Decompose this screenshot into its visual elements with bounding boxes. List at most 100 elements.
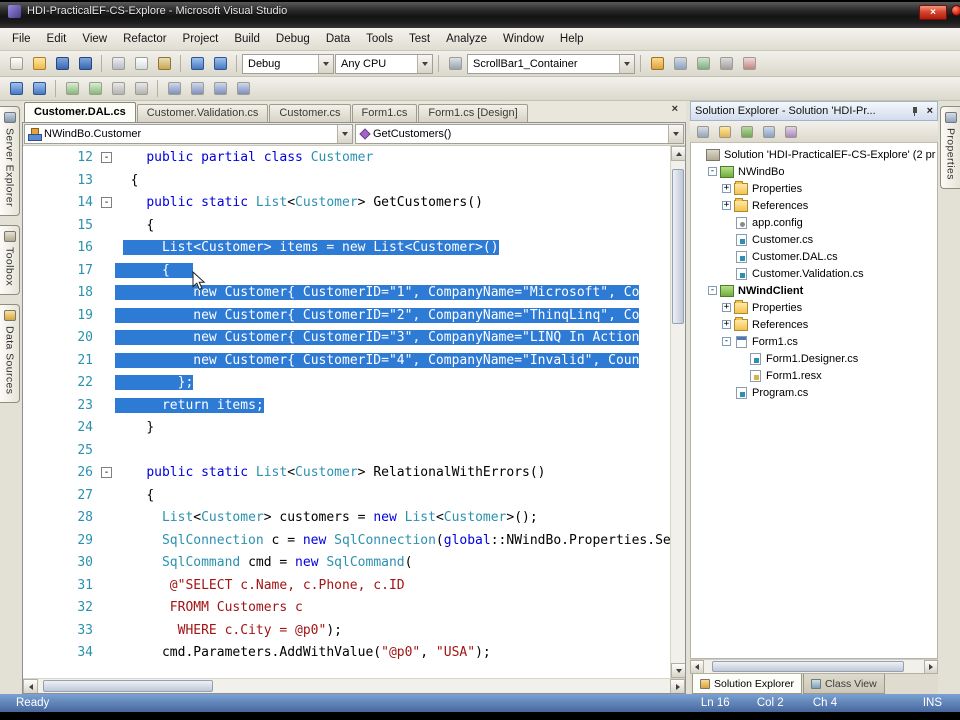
scroll-up-button[interactable] [671,146,685,161]
menu-item-window[interactable]: Window [495,30,552,48]
collapse-region-icon[interactable]: - [101,152,112,163]
add-item-icon[interactable] [5,54,27,74]
menu-item-edit[interactable]: Edit [39,30,75,48]
menu-item-project[interactable]: Project [175,30,227,48]
members-dropdown[interactable]: GetCustomers() [355,124,684,144]
open-file-icon[interactable] [28,54,50,74]
menu-item-tools[interactable]: Tools [358,30,401,48]
menu-item-help[interactable]: Help [552,30,592,48]
expand-icon[interactable]: + [722,184,731,193]
horizontal-scroll-track[interactable] [704,660,924,673]
properties-icon[interactable] [693,123,713,141]
chevron-down-icon[interactable] [668,125,683,143]
editor-horizontal-scrollbar[interactable] [23,678,685,693]
bookmark-toggle-icon[interactable] [163,79,185,99]
copy-icon[interactable] [130,54,152,74]
active-files-chevron-icon[interactable] [657,101,664,118]
tree-item-nwindbo[interactable]: - NWindBo [691,163,937,180]
panel-close-icon[interactable]: × [927,106,933,117]
tree-item-customer-cs[interactable]: Customer.cs [691,231,937,248]
object-browser-icon[interactable] [692,54,714,74]
sidebar-tab-server-explorer[interactable]: Server Explorer [0,106,20,216]
collapse-region-icon[interactable]: - [101,467,112,478]
scroll-left-button[interactable] [690,660,704,674]
comment-icon[interactable] [61,79,83,99]
menu-item-file[interactable]: File [4,30,39,48]
cut-icon[interactable] [107,54,129,74]
bookmark-previous-icon[interactable] [186,79,208,99]
vertical-scroll-thumb[interactable] [672,169,684,324]
menu-item-view[interactable]: View [74,30,115,48]
navigate-forward-icon[interactable] [28,79,50,99]
tree-item-properties[interactable]: + Properties [691,299,937,316]
scroll-down-button[interactable] [671,663,685,678]
close-document-icon[interactable]: × [672,104,678,115]
tab-customer-cs[interactable]: Customer.cs [269,104,351,122]
menu-item-test[interactable]: Test [401,30,438,48]
save-all-icon[interactable] [74,54,96,74]
menu-item-refactor[interactable]: Refactor [115,30,174,48]
collapse-icon[interactable]: - [722,337,731,346]
tree-item-form1-resx[interactable]: Form1.resx [691,367,937,384]
horizontal-scroll-thumb[interactable] [712,661,904,672]
menu-item-build[interactable]: Build [226,30,268,48]
view-code-icon[interactable] [759,123,779,141]
chevron-down-icon[interactable] [417,54,432,73]
tree-item-form1-designer-cs[interactable]: Form1.Designer.cs [691,350,937,367]
panel-tab-class-view[interactable]: Class View [802,674,885,694]
show-all-files-icon[interactable] [715,123,735,141]
save-icon[interactable] [51,54,73,74]
tree-item-app-config[interactable]: app.config [691,214,937,231]
bookmark-next-icon[interactable] [209,79,231,99]
refresh-icon[interactable] [737,123,757,141]
indent-increase-icon[interactable] [130,79,152,99]
properties-window-icon[interactable] [669,54,691,74]
tree-item-program-cs[interactable]: Program.cs [691,384,937,401]
find-icon[interactable] [444,54,466,74]
tree-item-form1-cs[interactable]: - Form1.cs [691,333,937,350]
tree-item-references[interactable]: + References [691,197,937,214]
collapse-icon[interactable]: - [708,286,717,295]
close-button[interactable]: × [919,5,947,20]
solution-explorer-icon[interactable] [646,54,668,74]
tab-customer-validation-cs[interactable]: Customer.Validation.cs [136,104,269,122]
expand-icon[interactable]: + [722,201,731,210]
tab-form1-cs-design[interactable]: Form1.cs [Design] [418,104,528,122]
tree-item-nwindclient[interactable]: - NWindClient [691,282,937,299]
bookmarks-clear-icon[interactable] [232,79,254,99]
expand-icon[interactable]: + [722,303,731,312]
sidebar-tab-toolbox[interactable]: Toolbox [0,224,20,295]
tab-customer-dal-cs[interactable]: Customer.DAL.cs [24,102,136,122]
chevron-down-icon[interactable] [619,54,634,73]
vertical-scroll-track[interactable] [671,161,685,663]
horizontal-scroll-thumb[interactable] [43,680,213,692]
view-designer-icon[interactable] [781,123,801,141]
tree-item-customer-validation-cs[interactable]: Customer.Validation.cs [691,265,937,282]
solution-explorer-header[interactable]: Solution Explorer - Solution 'HDI-Pr... … [690,101,938,121]
menu-item-debug[interactable]: Debug [268,30,318,48]
scroll-left-button[interactable] [23,679,38,693]
menu-item-data[interactable]: Data [318,30,358,48]
tab-form1-cs[interactable]: Form1.cs [351,104,418,122]
solution-platforms-combo[interactable]: Any CPU [335,53,433,74]
title-bar[interactable]: HDI-PracticalEF-CS-Explore - Microsoft V… [0,2,960,28]
paste-icon[interactable] [153,54,175,74]
scroll-right-button[interactable] [670,679,685,693]
chevron-down-icon[interactable] [337,125,352,143]
collapse-region-icon[interactable]: - [101,197,112,208]
uncomment-icon[interactable] [84,79,106,99]
solution-configurations-combo[interactable]: Debug [242,53,334,74]
start-page-icon[interactable] [738,54,760,74]
menu-item-analyze[interactable]: Analyze [438,30,495,48]
tree-item-references[interactable]: + References [691,316,937,333]
navigate-back-icon[interactable] [5,79,27,99]
find-combo[interactable]: ScrollBar1_Container [467,53,635,74]
expand-icon[interactable]: + [722,320,731,329]
code-lines[interactable]: 12- public partial class Customer 13 {14-… [23,146,670,678]
panel-horizontal-scrollbar[interactable] [690,659,938,674]
sidebar-tab-data-sources[interactable]: Data Sources [0,303,20,404]
toolbox-icon[interactable] [715,54,737,74]
editor-vertical-scrollbar[interactable] [670,146,685,678]
scroll-right-button[interactable] [924,660,938,674]
tree-item-properties[interactable]: + Properties [691,180,937,197]
